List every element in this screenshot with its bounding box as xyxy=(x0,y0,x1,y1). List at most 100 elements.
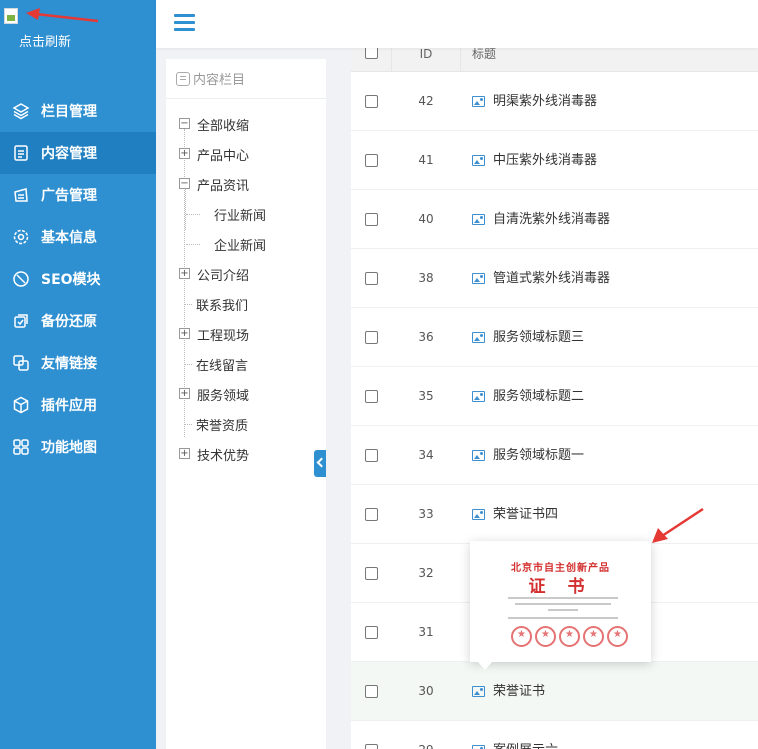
tree-node-products[interactable]: + 产品中心 xyxy=(166,139,326,169)
certificate-title: 证 书 xyxy=(528,577,593,597)
tree-node-label: 产品资讯 xyxy=(197,178,250,194)
image-icon[interactable] xyxy=(472,332,485,343)
row-title[interactable]: 明渠紫外线消毒器 xyxy=(493,72,597,131)
image-icon[interactable] xyxy=(472,96,485,107)
logo-image xyxy=(4,8,18,24)
tree-node-collapse-all[interactable]: − 全部收缩 xyxy=(166,109,326,139)
row-id: 41 xyxy=(418,153,434,167)
tree-node-contact[interactable]: 联系我们 xyxy=(166,289,326,319)
row-id: 35 xyxy=(418,389,434,403)
toggle-minus-icon[interactable]: − xyxy=(179,178,190,189)
row-title[interactable]: 管道式紫外线消毒器 xyxy=(493,249,610,308)
toggle-plus-icon[interactable]: + xyxy=(179,388,190,399)
seal-icon xyxy=(535,626,556,647)
toggle-plus-icon[interactable]: + xyxy=(179,448,190,459)
sidebar-item-links[interactable]: 友情链接 xyxy=(0,342,156,384)
tree-node-label: 在线留言 xyxy=(196,358,249,374)
table-row[interactable]: 41 中压紫外线消毒器 xyxy=(351,131,758,190)
sidebar-item-ads[interactable]: 广告管理 xyxy=(0,174,156,216)
menu-toggle-icon[interactable] xyxy=(174,14,195,32)
image-icon[interactable] xyxy=(472,450,485,461)
row-id: 36 xyxy=(418,330,434,344)
sidebar-item-column[interactable]: 栏目管理 xyxy=(0,90,156,132)
sidebar-item-seo[interactable]: SEO模块 xyxy=(0,258,156,300)
sidebar-item-content[interactable]: 内容管理 xyxy=(0,132,156,174)
refresh-link[interactable]: 点击刷新 xyxy=(19,31,71,50)
certificate-body xyxy=(508,597,618,623)
tree-node-services[interactable]: + 服务领域 xyxy=(166,379,326,409)
tree-guide-line xyxy=(186,244,200,245)
annotation-arrow-icon xyxy=(652,507,704,543)
sidebar-item-backup[interactable]: 备份还原 xyxy=(0,300,156,342)
top-bar xyxy=(156,0,758,48)
table-row[interactable]: 42 明渠紫外线消毒器 xyxy=(351,72,758,131)
seo-icon xyxy=(12,270,30,288)
table-row[interactable]: 34 服务领域标题一 xyxy=(351,426,758,485)
row-id: 38 xyxy=(418,271,434,285)
tree-title: 内容栏目 xyxy=(193,73,246,88)
app-root: 点击刷新 栏目管理 内容管理 广告管理 基本信息 SEO模块 备份还原 友情链接… xyxy=(0,0,758,749)
tree-node-label: 工程现场 xyxy=(197,328,250,344)
tree-node-label: 技术优势 xyxy=(197,448,250,464)
tree-node-company-news[interactable]: 企业新闻 xyxy=(166,229,326,259)
tree-node-product-news[interactable]: − 产品资讯 xyxy=(166,169,326,199)
row-checkbox[interactable] xyxy=(365,95,378,108)
image-icon[interactable] xyxy=(472,214,485,225)
tree-node-projects[interactable]: + 工程现场 xyxy=(166,319,326,349)
table-row[interactable]: 29 案例展示六 xyxy=(351,721,758,749)
row-title[interactable]: 服务领域标题一 xyxy=(493,426,584,485)
row-title[interactable]: 荣誉证书四 xyxy=(493,485,558,544)
sidebar-item-sitemap[interactable]: 功能地图 xyxy=(0,426,156,468)
tree-node-tech[interactable]: + 技术优势 xyxy=(166,439,326,469)
row-checkbox[interactable] xyxy=(365,272,378,285)
row-id: 29 xyxy=(391,721,461,749)
row-title[interactable]: 中压紫外线消毒器 xyxy=(493,131,597,190)
row-checkbox[interactable] xyxy=(365,744,378,749)
table-row[interactable]: 36 服务领域标题三 xyxy=(351,308,758,367)
tree-node-guestbook[interactable]: 在线留言 xyxy=(166,349,326,379)
row-checkbox[interactable] xyxy=(365,390,378,403)
row-title[interactable]: 自清洗紫外线消毒器 xyxy=(493,190,610,249)
image-icon[interactable] xyxy=(472,509,485,520)
row-checkbox[interactable] xyxy=(365,449,378,462)
row-title[interactable]: 服务领域标题二 xyxy=(493,367,584,426)
sidebar-item-plugins[interactable]: 插件应用 xyxy=(0,384,156,426)
sidebar-item-basic-info[interactable]: 基本信息 xyxy=(0,216,156,258)
image-icon[interactable] xyxy=(472,155,485,166)
tree-node-label: 全部收缩 xyxy=(197,118,250,134)
tree-node-honors[interactable]: 荣誉资质 xyxy=(166,409,326,439)
toggle-plus-icon[interactable]: + xyxy=(179,268,190,279)
image-icon[interactable] xyxy=(472,391,485,402)
row-title[interactable]: 案例展示六 xyxy=(493,721,558,749)
tree-header: 内容栏目 xyxy=(166,59,326,99)
row-checkbox[interactable] xyxy=(365,213,378,226)
row-id: 32 xyxy=(418,566,434,580)
row-checkbox[interactable] xyxy=(365,508,378,521)
image-icon[interactable] xyxy=(472,686,485,697)
image-icon[interactable] xyxy=(472,745,485,749)
collapse-panel-button[interactable] xyxy=(314,450,326,477)
toggle-plus-icon[interactable]: + xyxy=(179,328,190,339)
row-title[interactable]: 服务领域标题三 xyxy=(493,308,584,367)
row-title[interactable]: 荣誉证书 xyxy=(493,662,545,721)
toggle-minus-icon[interactable]: − xyxy=(179,118,190,129)
image-preview-popup: 北京市自主创新产品 证 书 xyxy=(470,541,651,670)
category-tree: 内容栏目 − 全部收缩 + 产品中心 − 产品资讯 行业新闻 企业新闻 + 公司… xyxy=(166,59,326,749)
image-icon[interactable] xyxy=(472,273,485,284)
table-row[interactable]: 35 服务领域标题二 xyxy=(351,367,758,426)
row-checkbox[interactable] xyxy=(365,626,378,639)
row-checkbox[interactable] xyxy=(365,567,378,580)
tree-guide-line xyxy=(186,214,200,215)
tree-node-industry-news[interactable]: 行业新闻 xyxy=(166,199,326,229)
document-icon xyxy=(12,144,30,162)
row-checkbox[interactable] xyxy=(365,685,378,698)
toggle-plus-icon[interactable]: + xyxy=(179,148,190,159)
table-row[interactable]: 40 自清洗紫外线消毒器 xyxy=(351,190,758,249)
row-checkbox[interactable] xyxy=(365,154,378,167)
table-row[interactable]: 38 管道式紫外线消毒器 xyxy=(351,249,758,308)
tree-list: − 全部收缩 + 产品中心 − 产品资讯 行业新闻 企业新闻 + 公司介绍 联系… xyxy=(166,99,326,469)
tree-node-about[interactable]: + 公司介绍 xyxy=(166,259,326,289)
table-row[interactable]: 30 荣誉证书 xyxy=(351,662,758,721)
seal-icon xyxy=(559,626,580,647)
row-checkbox[interactable] xyxy=(365,331,378,344)
